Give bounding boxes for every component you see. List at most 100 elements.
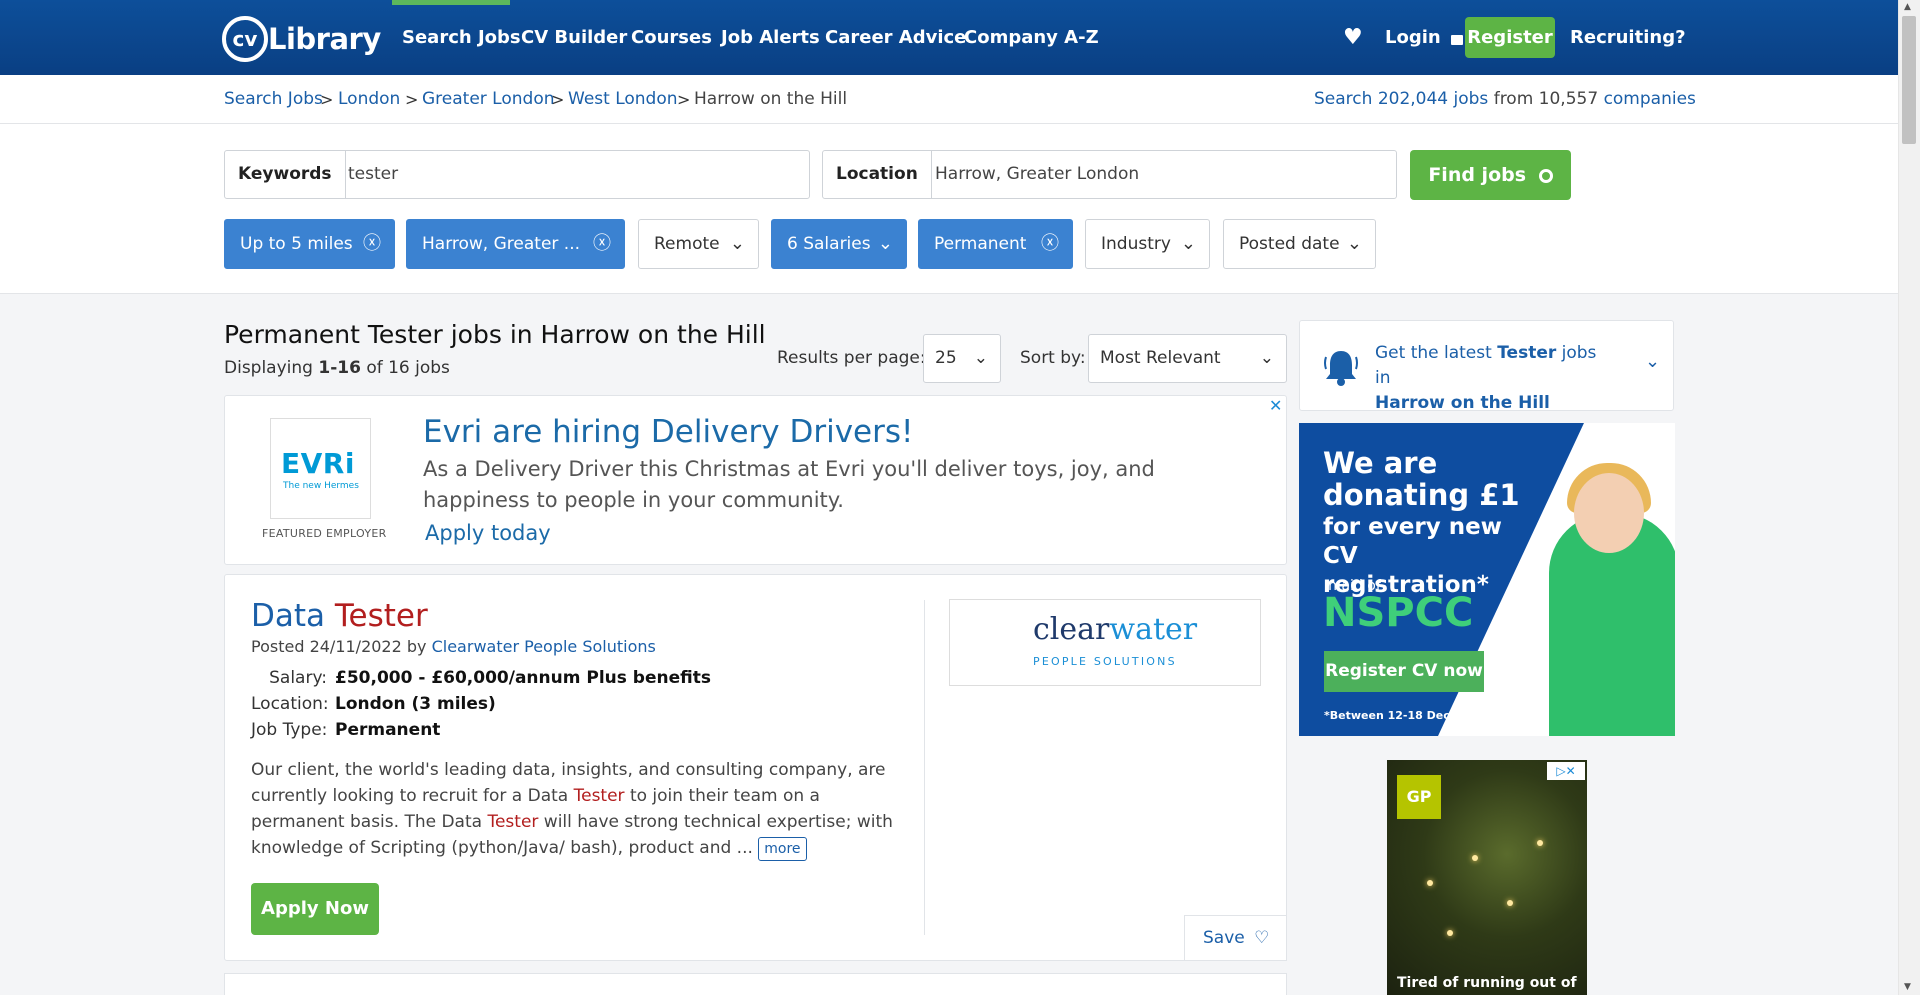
location-field[interactable]: Location Harrow, Greater London — [822, 150, 1397, 199]
ad-light — [1427, 880, 1433, 886]
keywords-input[interactable]: tester — [348, 151, 398, 198]
clearwater-logo[interactable]: clearwater PEOPLE SOLUTIONS — [949, 599, 1261, 686]
search-icon — [1538, 169, 1553, 183]
next-job-card — [224, 973, 1287, 995]
bell-icon — [1324, 351, 1358, 386]
apply-now-button[interactable]: Apply Now — [251, 883, 379, 935]
ad-light — [1447, 930, 1453, 936]
filter-distance-chip[interactable]: Up to 5 miles ⓧ — [224, 219, 395, 269]
ad-light — [1537, 840, 1543, 846]
breadcrumb-london[interactable]: London — [338, 75, 400, 124]
recruiting-link[interactable]: Recruiting? — [1570, 0, 1686, 75]
alert-prefix: Get the latest — [1375, 343, 1492, 363]
evri-logo-sub: The new Hermes — [283, 481, 359, 491]
page-scrollbar[interactable] — [1898, 0, 1920, 995]
login-link[interactable]: Login — [1385, 0, 1463, 75]
results-per-page-label: Results per page: — [777, 348, 926, 368]
promo-line2: donating £1 — [1323, 478, 1520, 512]
filter-industry-dropdown[interactable]: Industry ⌄ — [1085, 219, 1210, 269]
filter-salary-dropdown[interactable]: 6 Salaries ⌄ — [771, 219, 907, 269]
job-alert-box[interactable]: Get the latest Tester jobs in Harrow on … — [1299, 320, 1674, 413]
job-location-label: Location: — [251, 694, 329, 714]
evri-logo[interactable]: EVRi The new Hermes — [270, 418, 371, 519]
nav-job-alerts[interactable]: Job Alerts — [721, 0, 820, 75]
results-range: 1-16 — [318, 358, 361, 378]
save-label: Save — [1203, 928, 1245, 948]
filter-location-chip[interactable]: Harrow, Greater ... ⓧ — [406, 219, 625, 269]
remove-icon[interactable]: ⓧ — [1041, 220, 1059, 268]
logo-wordmark: Library — [268, 22, 381, 56]
nav-cv-builder[interactable]: CV Builder — [521, 0, 627, 75]
remove-icon[interactable]: ⓧ — [363, 220, 381, 268]
job-type-row: Job Type: Permanent — [251, 720, 440, 740]
ad-choices-close-icon[interactable]: ▷✕ — [1547, 762, 1585, 780]
job-location-row: Location: London (3 miles) — [251, 694, 496, 714]
close-icon[interactable]: ✕ — [1269, 396, 1282, 415]
more-button[interactable]: more — [758, 837, 807, 861]
filter-remote-label: Remote — [654, 234, 720, 254]
filter-posted-date-dropdown[interactable]: Posted date ⌄ — [1223, 219, 1376, 269]
keywords-label: Keywords — [225, 151, 346, 198]
nav-career-advice[interactable]: Career Advice — [825, 0, 966, 75]
gp-logo: GP — [1397, 775, 1441, 819]
scrollbar-thumb[interactable] — [1902, 16, 1916, 144]
job-salary-label: Salary: — [269, 668, 327, 688]
job-title-link[interactable]: Data Tester — [251, 598, 428, 634]
sort-by-label: Sort by: — [1020, 348, 1086, 368]
job-type-value: Permanent — [335, 720, 441, 740]
register-cv-button[interactable]: Register CV now — [1324, 651, 1484, 692]
nav-courses[interactable]: Courses — [631, 0, 712, 75]
filter-jobtype-label: Permanent — [934, 234, 1027, 254]
location-label: Location — [823, 151, 932, 198]
chevron-down-icon: ⌄ — [729, 233, 745, 254]
cv-library-logo[interactable]: cv Library — [222, 12, 381, 64]
filter-remote-dropdown[interactable]: Remote ⌄ — [638, 219, 759, 269]
sort-by-select[interactable]: Most Relevant ⌄ — [1088, 334, 1287, 383]
filter-industry-label: Industry — [1101, 234, 1171, 254]
results-per-page-select[interactable]: 25 ⌄ — [923, 334, 1001, 383]
job-title-keyword: Tester — [334, 598, 428, 634]
job-salary-value: £50,000 - £60,000/annum Plus benefits — [335, 668, 711, 688]
featured-ad-apply-link[interactable]: Apply today — [425, 521, 551, 545]
lock-icon — [1451, 35, 1463, 45]
job-desc-keyword: Tester — [487, 812, 539, 832]
job-location-value: London (3 miles) — [335, 694, 496, 714]
promo-child-face — [1574, 473, 1644, 553]
remove-icon[interactable]: ⓧ — [593, 220, 611, 268]
chevron-down-icon: ⌄ — [1346, 233, 1362, 254]
results-per-page-value: 25 — [935, 348, 957, 368]
promo-line1: We are — [1323, 446, 1438, 480]
nav-search-jobs[interactable]: Search Jobs — [402, 0, 521, 75]
gp-advertisement[interactable]: GP ▷✕ Tired of running out of — [1387, 760, 1587, 995]
heart-icon[interactable]: ♥ — [1343, 0, 1363, 75]
breadcrumb-bar: Search Jobs > London > Greater London > … — [0, 75, 1898, 124]
heart-outline-icon: ♡ — [1254, 928, 1270, 948]
breadcrumb-separator: > — [677, 90, 691, 109]
location-input[interactable]: Harrow, Greater London — [935, 151, 1139, 198]
chevron-down-icon: ⌄ — [1259, 348, 1274, 368]
breadcrumb-west-london[interactable]: West London — [568, 75, 678, 124]
filter-location-label: Harrow, Greater ... — [422, 234, 581, 254]
scroll-down-arrow[interactable]: ▼ — [1904, 982, 1911, 992]
job-company-link[interactable]: Clearwater People Solutions — [432, 637, 656, 656]
keywords-field[interactable]: Keywords tester — [224, 150, 810, 199]
breadcrumb-current: Harrow on the Hill — [694, 89, 848, 109]
stats-jobs-link[interactable]: 202,044 jobs — [1378, 89, 1488, 109]
nav-company-a-z[interactable]: Company A-Z — [964, 0, 1099, 75]
filter-jobtype-chip[interactable]: Permanent ⓧ — [918, 219, 1073, 269]
chevron-down-icon: ⌄ — [1180, 233, 1196, 254]
results-total: of 16 jobs — [366, 358, 450, 378]
breadcrumb-greater-london[interactable]: Greater London — [422, 75, 555, 124]
save-job-button[interactable]: Save ♡ — [1184, 915, 1287, 961]
featured-employer-label: FEATURED EMPLOYER — [262, 527, 387, 540]
find-jobs-button[interactable]: Find jobs — [1410, 150, 1571, 200]
chevron-down-icon: ⌄ — [877, 233, 893, 254]
breadcrumb-search-jobs[interactable]: Search Jobs — [224, 75, 323, 124]
scroll-up-arrow[interactable]: ▲ — [1904, 2, 1911, 12]
job-posted-date: Posted 24/11/2022 by — [251, 637, 427, 656]
chevron-down-icon[interactable]: ⌄ — [1645, 351, 1660, 372]
featured-ad-title[interactable]: Evri are hiring Delivery Drivers! — [423, 414, 913, 450]
nspcc-promo-banner[interactable]: We are donating £1 for every new CV regi… — [1299, 423, 1675, 736]
stats-companies-link[interactable]: companies — [1604, 89, 1696, 109]
register-button[interactable]: Register — [1465, 17, 1555, 58]
